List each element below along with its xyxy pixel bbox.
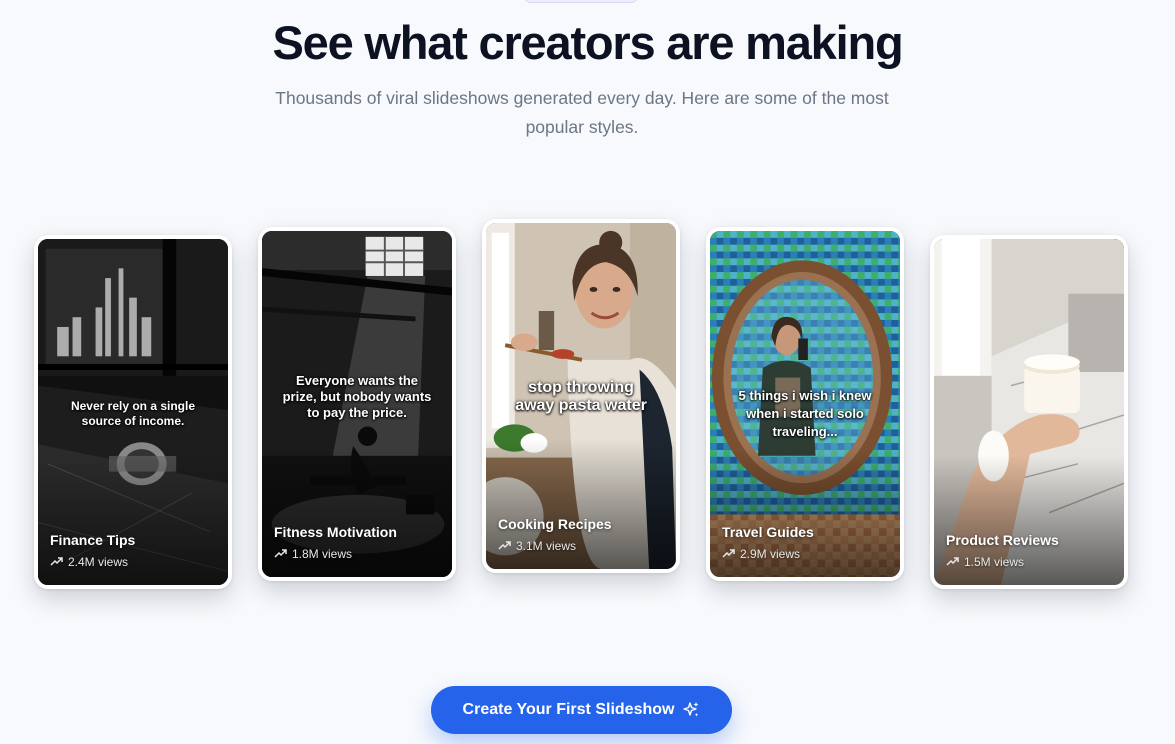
page-title: See what creators are making: [272, 16, 904, 69]
travel-overlay-caption: 5 things i wish i knew when i started so…: [738, 388, 872, 439]
cta-label: Create Your First Slideshow: [462, 701, 675, 718]
trending-up-icon: [946, 557, 959, 566]
example-card-finance[interactable]: Never rely on a single source of income.…: [34, 235, 232, 589]
product-card-views: 1.5M views: [946, 555, 1024, 569]
travel-card-title: Travel Guides: [722, 524, 814, 540]
product-card-title: Product Reviews: [946, 532, 1059, 548]
trending-up-icon: [274, 549, 287, 558]
fitness-card-title: Fitness Motivation: [274, 524, 397, 540]
example-card-cooking[interactable]: stop throwing away pasta water Cooking R…: [482, 219, 680, 573]
section-badge: [523, 0, 639, 3]
trending-up-icon: [50, 557, 63, 566]
example-card-travel[interactable]: 5 things i wish i knew when i started so…: [706, 227, 904, 581]
trending-up-icon: [498, 541, 511, 550]
fitness-views-count: 1.8M views: [292, 547, 353, 561]
finance-card-title: Finance Tips: [50, 532, 136, 548]
product-views-count: 1.5M views: [964, 555, 1025, 569]
trending-up-icon: [722, 549, 735, 558]
cooking-card-views: 3.1M views: [498, 539, 576, 553]
finance-views-count: 2.4M views: [68, 555, 129, 569]
cooking-views-count: 3.1M views: [516, 539, 577, 553]
cooking-overlay-caption: stop throwing away pasta water: [515, 379, 647, 414]
create-first-slideshow-button[interactable]: Create Your First Slideshow: [431, 686, 732, 734]
example-card-fitness[interactable]: Everyone wants the prize, but nobody wan…: [258, 227, 456, 581]
cooking-card-title: Cooking Recipes: [498, 516, 612, 532]
finance-overlay-caption: Never rely on a single source of income.: [70, 399, 196, 428]
finance-card-views: 2.4M views: [50, 555, 128, 569]
travel-card-views: 2.9M views: [722, 547, 800, 561]
example-card-product[interactable]: Product Reviews 1.5M views: [930, 235, 1128, 589]
travel-views-count: 2.9M views: [740, 547, 801, 561]
page-subtitle: Thousands of viral slideshows generated …: [275, 88, 889, 137]
fitness-card-views: 1.8M views: [274, 547, 352, 561]
fitness-overlay-caption: Everyone wants the prize, but nobody wan…: [282, 373, 432, 420]
sparkles-icon: [683, 702, 699, 717]
